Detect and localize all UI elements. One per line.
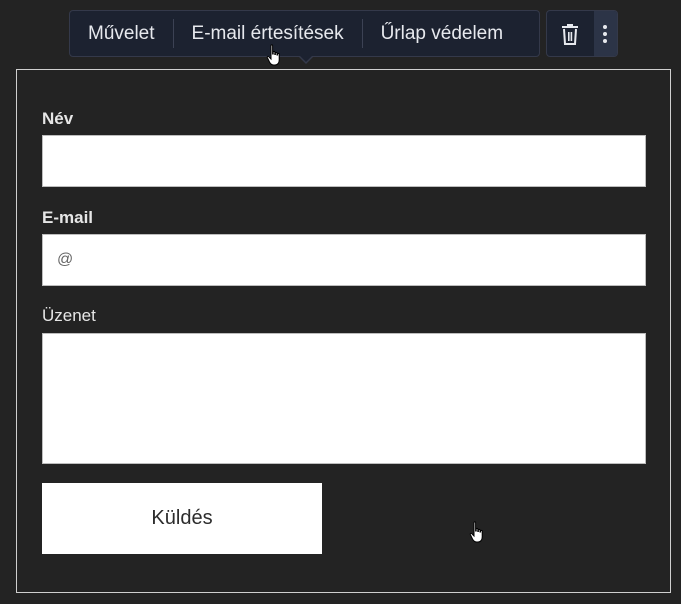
hand-pointer-cursor-icon <box>266 44 280 66</box>
form-protection-button[interactable]: Űrlap védelem <box>363 11 522 56</box>
name-input[interactable] <box>43 136 645 186</box>
email-label: E-mail <box>42 208 94 227</box>
hand-pointer-cursor-icon <box>469 521 483 543</box>
trash-icon <box>562 23 579 45</box>
message-field[interactable] <box>42 333 646 464</box>
delete-button[interactable] <box>547 11 594 56</box>
email-field[interactable] <box>42 234 646 286</box>
toolbar-pointer-caret <box>298 55 314 64</box>
vertical-dots-icon <box>603 24 608 43</box>
form-toolbar: Művelet E-mail értesítések Űrlap védelem <box>69 10 540 64</box>
message-textarea[interactable] <box>43 334 645 463</box>
submit-button[interactable]: Küldés <box>42 483 322 554</box>
element-actions-toolbar <box>546 10 618 57</box>
name-field[interactable] <box>42 135 646 187</box>
name-label: Név <box>42 109 74 128</box>
email-input[interactable] <box>43 235 645 285</box>
message-label: Üzenet <box>42 306 96 325</box>
action-button[interactable]: Művelet <box>70 11 173 56</box>
form-editor-canvas: Művelet E-mail értesítések Űrlap védelem <box>0 0 681 604</box>
more-options-button[interactable] <box>593 11 617 56</box>
